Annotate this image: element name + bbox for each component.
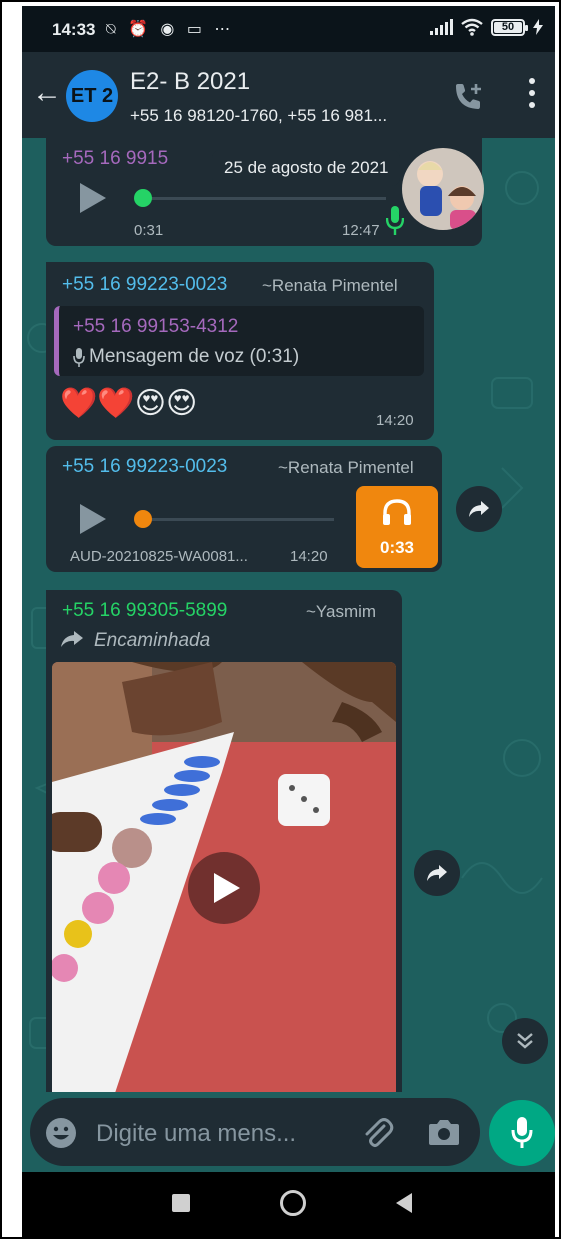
wifi-icon: [461, 18, 483, 36]
voice-message-bubble[interactable]: +55 16 9915 0:31 12:47 25 de agosto de 2…: [46, 138, 484, 246]
video-thumbnail[interactable]: [52, 662, 396, 1092]
phone-screen: 14:33 ⍉ ⏰ ◉ ▭ ⋯ 50 ← ET 2 E2- B 2021 +55…: [22, 6, 555, 1237]
microphone-icon: [511, 1117, 533, 1148]
audio-filename: AUD-20210825-WA0081...: [70, 548, 248, 565]
quoted-text: Mensagem de voz (0:31): [89, 346, 300, 367]
message-alias: ~Yasmim: [306, 602, 377, 621]
group-title[interactable]: E2- B 2021: [130, 68, 250, 96]
date-chip: 25 de agosto de 2021: [212, 150, 401, 186]
status-bar: 14:33 ⍉ ⏰ ◉ ▭ ⋯ 50: [22, 6, 555, 52]
battery-level: 50: [501, 21, 515, 33]
composer-bar: Digite uma mens...: [22, 1092, 555, 1172]
signal-icon: [430, 19, 453, 35]
audio-track[interactable]: [142, 518, 334, 521]
back-arrow-icon[interactable]: ←: [32, 78, 62, 108]
message-alias: ~Renata Pimentel: [278, 458, 414, 477]
emoji-icon[interactable]: [44, 1116, 78, 1150]
recents-square-icon[interactable]: [172, 1194, 190, 1212]
audio-seek-handle[interactable]: [134, 189, 152, 207]
quoted-mic-icon: [73, 348, 85, 367]
system-nav-bar: [22, 1172, 555, 1237]
message-sender[interactable]: +55 16 99223-0023: [62, 456, 227, 478]
more-options-icon[interactable]: [526, 78, 538, 108]
forwarded-label: Encaminhada: [94, 630, 211, 651]
voice-record-button[interactable]: [489, 1100, 555, 1166]
audio-seek-handle[interactable]: [134, 510, 152, 528]
forward-arrow-icon: [427, 865, 447, 881]
headphones-icon: [383, 499, 411, 525]
play-icon[interactable]: [80, 504, 106, 534]
scroll-to-bottom-button[interactable]: [502, 1018, 548, 1064]
audio-duration: 0:33: [379, 538, 415, 557]
avatar-text: ET 2: [70, 84, 114, 107]
battery-icon: 50: [491, 18, 528, 36]
audio-file-badge[interactable]: 0:33: [356, 486, 438, 568]
message-sender[interactable]: +55 16 99305-5899: [62, 600, 227, 622]
status-right-icons: 50: [430, 18, 543, 36]
screenshot-frame: 14:33 ⍉ ⏰ ◉ ▭ ⋯ 50 ← ET 2 E2- B 2021 +55…: [0, 0, 561, 1239]
message-input[interactable]: Digite uma mens...: [96, 1120, 296, 1148]
sender-profile-photo[interactable]: [402, 148, 484, 230]
quoted-sender: +55 16 99153-4312: [73, 316, 239, 337]
audio-track[interactable]: [146, 197, 386, 200]
audio-file-bubble[interactable]: +55 16 99223-0023 ~Renata Pimentel AUD-2…: [46, 446, 442, 572]
forward-button[interactable]: [456, 486, 502, 532]
message-alias: ~Renata Pimentel: [262, 276, 398, 295]
voice-mic-icon: [386, 206, 404, 235]
camera-icon[interactable]: [428, 1118, 460, 1146]
message-input-box[interactable]: Digite uma mens...: [30, 1098, 480, 1166]
add-call-icon[interactable]: [452, 82, 486, 112]
back-triangle-icon[interactable]: [396, 1193, 412, 1213]
charging-icon: [533, 19, 543, 35]
message-sender[interactable]: +55 16 9915: [62, 148, 168, 170]
play-icon[interactable]: [80, 183, 106, 213]
home-circle-icon[interactable]: [280, 1190, 306, 1216]
status-notification-icons: ⍉ ⏰ ◉ ▭ ⋯: [106, 21, 235, 38]
quoted-message[interactable]: +55 16 99153-4312 Mensagem de voz (0:31): [54, 306, 424, 376]
status-time: 14:33: [52, 20, 96, 39]
message-time: 14:20: [376, 412, 414, 429]
forward-arrow-icon: [469, 501, 489, 517]
message-sender[interactable]: +55 16 99223-0023: [62, 274, 227, 296]
message-time: 12:47: [342, 222, 380, 239]
forwarded-video-bubble[interactable]: +55 16 99305-5899 ~Yasmim Encaminhada: [46, 590, 402, 1092]
message-time: 14:20: [290, 548, 328, 565]
audio-elapsed: 0:31: [134, 222, 164, 239]
chat-area[interactable]: +55 16 9915 0:31 12:47 25 de agosto de 2…: [22, 138, 555, 1092]
chat-header: ← ET 2 E2- B 2021 +55 16 98120-1760, +55…: [22, 52, 555, 138]
video-play-button[interactable]: [188, 852, 260, 924]
forward-button[interactable]: [414, 850, 460, 896]
message-emojis: ❤️❤️😍😍: [60, 386, 198, 421]
attach-clip-icon[interactable]: [360, 1116, 394, 1150]
group-avatar[interactable]: ET 2: [66, 70, 118, 122]
forwarded-arrow-icon: [61, 631, 83, 647]
group-participants[interactable]: +55 16 98120-1760, +55 16 981...: [130, 106, 430, 126]
reply-message-bubble[interactable]: +55 16 99223-0023 ~Renata Pimentel +55 1…: [46, 262, 434, 440]
play-icon: [214, 873, 240, 903]
double-chevron-down-icon: [517, 1033, 533, 1049]
